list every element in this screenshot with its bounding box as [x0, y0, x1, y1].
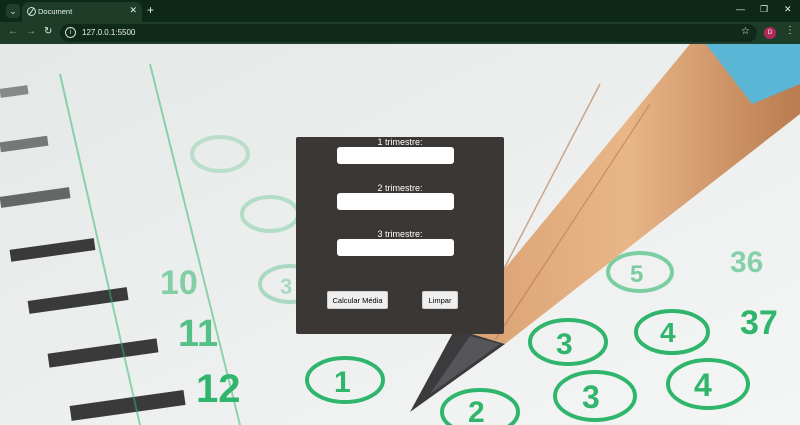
url-text: 127.0.0.1:5500 — [82, 28, 136, 37]
bubble-number-3: 3 — [556, 328, 573, 361]
bubble-number-5: 5 — [630, 261, 643, 288]
input-trimestre-3[interactable] — [337, 239, 454, 256]
back-icon[interactable]: ← — [8, 26, 18, 37]
number-10: 10 — [160, 264, 198, 302]
number-12: 12 — [196, 367, 241, 411]
label-trimestre-1: 1 trimestre: — [377, 137, 423, 147]
browser-menu-icon[interactable]: ⋮ — [785, 25, 795, 36]
number-11: 11 — [178, 313, 218, 355]
address-bar[interactable]: i 127.0.0.1:5500 ☆ — [60, 24, 757, 42]
bubble-number-1: 1 — [334, 366, 351, 399]
reload-icon[interactable]: ↻ — [44, 26, 52, 37]
restore-icon[interactable]: ❐ — [760, 4, 768, 15]
input-trimestre-1[interactable] — [337, 147, 454, 164]
new-tab-icon[interactable]: + — [147, 3, 154, 17]
limpar-button[interactable]: Limpar — [422, 291, 458, 309]
site-info-icon[interactable]: i — [65, 27, 76, 38]
number-36: 36 — [730, 246, 763, 279]
close-tab-icon[interactable]: ✕ — [129, 5, 137, 16]
faded-number-3: 3 — [280, 274, 292, 299]
tab-search-dropdown-icon[interactable]: ⌄ — [6, 4, 20, 18]
profile-avatar[interactable]: D — [764, 27, 776, 39]
bubble-number-3b: 3 — [582, 379, 600, 415]
bubble-number-2: 2 — [468, 396, 485, 425]
number-37: 37 — [740, 304, 778, 342]
bubble-number-4: 4 — [660, 317, 676, 348]
tab-title: Document — [38, 7, 73, 16]
close-window-icon[interactable]: ✕ — [784, 4, 792, 15]
tab-document[interactable]: Document ✕ — [22, 2, 142, 22]
calcular-media-button[interactable]: Calcular Média — [327, 291, 388, 309]
forward-icon[interactable]: → — [26, 26, 36, 37]
bookmark-star-icon[interactable]: ☆ — [741, 26, 750, 37]
browser-toolbar: ← → ↻ i 127.0.0.1:5500 ☆ D ⋮ — [0, 22, 800, 44]
page-viewport: 10 11 12 1 2 3 4 3 4 5 37 36 3 1 trimest… — [0, 44, 800, 425]
label-trimestre-2: 2 trimestre: — [377, 183, 423, 193]
label-trimestre-3: 3 trimestre: — [377, 229, 423, 239]
globe-icon — [27, 7, 36, 16]
input-trimestre-2[interactable] — [337, 193, 454, 210]
bubble-number-4b: 4 — [694, 367, 712, 403]
grade-form-card: 1 trimestre: 2 trimestre: 3 trimestre: C… — [296, 137, 504, 334]
minimize-icon[interactable]: — — [736, 4, 745, 14]
tab-strip: ⌄ Document ✕ + — ❐ ✕ — [0, 0, 800, 22]
